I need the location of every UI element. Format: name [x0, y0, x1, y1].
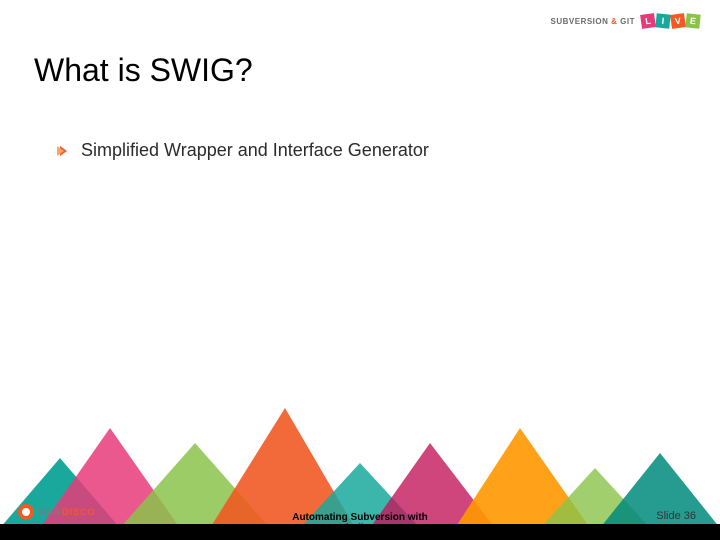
- event-logo: SUBVERSION & GIT L I V E: [551, 14, 701, 28]
- slide: SUBVERSION & GIT L I V E What is SWIG? S…: [0, 0, 720, 540]
- brand-glyph-icon: [18, 504, 34, 520]
- list-item: Simplified Wrapper and Interface Generat…: [60, 140, 429, 161]
- logo-text: SUBVERSION & GIT: [551, 17, 636, 26]
- decorative-triangles: [0, 398, 720, 528]
- live-letter-E: E: [685, 13, 700, 28]
- live-logo: L I V E: [641, 14, 700, 28]
- brand-right: DISCO: [62, 507, 96, 517]
- logo-git: GIT: [620, 17, 635, 26]
- footer-bar: [0, 524, 720, 540]
- live-letter-L: L: [640, 13, 656, 29]
- wandisco-logo: WANDISCO: [18, 504, 96, 520]
- logo-subversion: SUBVERSION: [551, 17, 609, 26]
- live-letter-I: I: [655, 13, 670, 28]
- live-letter-V: V: [670, 13, 686, 29]
- logo-amp: &: [611, 17, 617, 26]
- chevron-icon: [60, 146, 67, 156]
- brand-text: WANDISCO: [38, 507, 96, 517]
- bullet-text: Simplified Wrapper and Interface Generat…: [81, 140, 429, 161]
- slide-number: Slide 36: [656, 510, 696, 522]
- brand-left: WAN: [38, 507, 62, 517]
- bullet-list: Simplified Wrapper and Interface Generat…: [60, 140, 429, 161]
- page-title: What is SWIG?: [34, 52, 253, 89]
